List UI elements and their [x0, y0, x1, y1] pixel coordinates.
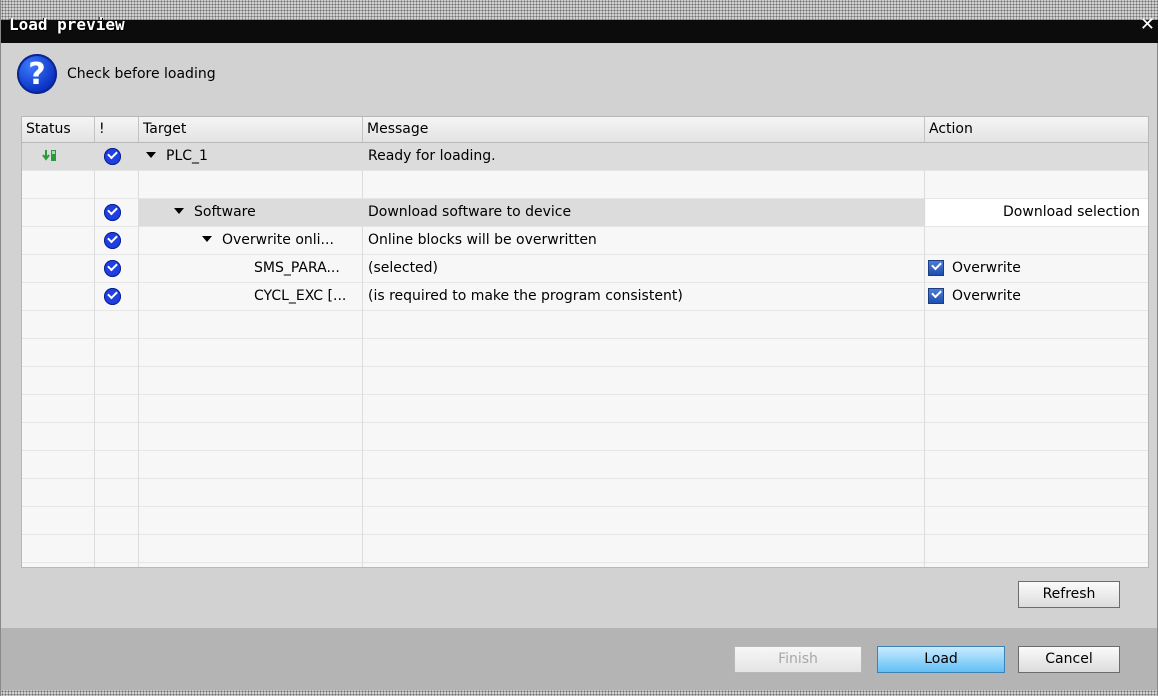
refresh-button[interactable]: Refresh [1018, 581, 1120, 608]
load-button[interactable]: Load [877, 646, 1005, 673]
message-text: Online blocks will be overwritten [368, 232, 597, 248]
check-icon [104, 204, 121, 221]
checkbox-label: Overwrite [952, 288, 1021, 304]
window-title: Load preview [9, 15, 125, 34]
column-divider [362, 117, 363, 567]
target-label: SMS_PARA... [254, 260, 340, 276]
tree-node-software[interactable]: Software [174, 199, 256, 226]
action-select[interactable]: Download selection [926, 199, 1148, 226]
header-text: Check before loading [67, 66, 216, 82]
title-bar-pattern [1, 0, 1158, 20]
check-icon [104, 260, 121, 277]
dialog-header: ? Check before loading [17, 54, 216, 94]
table-row[interactable]: Overwrite onli... Online blocks will be … [22, 227, 1148, 254]
table-row[interactable]: Software Download software to device Dow… [22, 199, 1148, 226]
message-text: Download software to device [368, 204, 572, 220]
message-text: Ready for loading. [368, 148, 496, 164]
table-row[interactable]: PLC_1 Ready for loading. [22, 143, 1148, 170]
column-divider [138, 117, 139, 567]
cancel-button[interactable]: Cancel [1018, 646, 1120, 673]
check-icon [104, 232, 121, 249]
chevron-down-icon[interactable] [174, 208, 184, 214]
column-header-target[interactable]: Target [139, 117, 363, 142]
table-row[interactable]: SMS_PARA... (selected) Overwrite [22, 255, 1148, 282]
table-header: Status ! Target Message Action [22, 117, 1148, 143]
column-header-status[interactable]: Status [22, 117, 95, 142]
message-text: (selected) [368, 260, 439, 276]
column-header-alert[interactable]: ! [95, 117, 139, 142]
download-status-icon [42, 150, 56, 161]
target-label: Overwrite onli... [222, 232, 334, 248]
title-bar: Load preview ✕ [1, 0, 1158, 43]
overwrite-checkbox[interactable] [928, 260, 944, 276]
question-icon: ? [17, 54, 57, 94]
column-divider [94, 117, 95, 567]
target-label: Software [194, 204, 256, 220]
tree-node-plc[interactable]: PLC_1 [146, 143, 208, 170]
load-preview-table: Status ! Target Message Action PLC_1 Rea… [21, 116, 1149, 568]
check-icon [104, 148, 121, 165]
check-icon [104, 288, 121, 305]
target-label: PLC_1 [166, 148, 208, 164]
load-preview-dialog: Load preview ✕ ? Check before loading St… [0, 0, 1158, 696]
checkbox-label: Overwrite [952, 260, 1021, 276]
bottom-edge-pattern [1, 690, 1157, 696]
message-text: (is required to make the program consist… [368, 288, 683, 304]
chevron-down-icon[interactable] [202, 236, 212, 242]
overwrite-checkbox[interactable] [928, 288, 944, 304]
column-divider [924, 117, 925, 567]
close-icon[interactable]: ✕ [1140, 16, 1155, 34]
column-header-action[interactable]: Action [925, 117, 1148, 142]
finish-button[interactable]: Finish [734, 646, 862, 673]
column-header-message[interactable]: Message [363, 117, 925, 142]
chevron-down-icon[interactable] [146, 152, 156, 158]
tree-node-overwrite[interactable]: Overwrite onli... [202, 227, 362, 254]
table-row[interactable]: CYCL_EXC [... (is required to make the p… [22, 283, 1148, 310]
target-label: CYCL_EXC [... [254, 288, 347, 304]
